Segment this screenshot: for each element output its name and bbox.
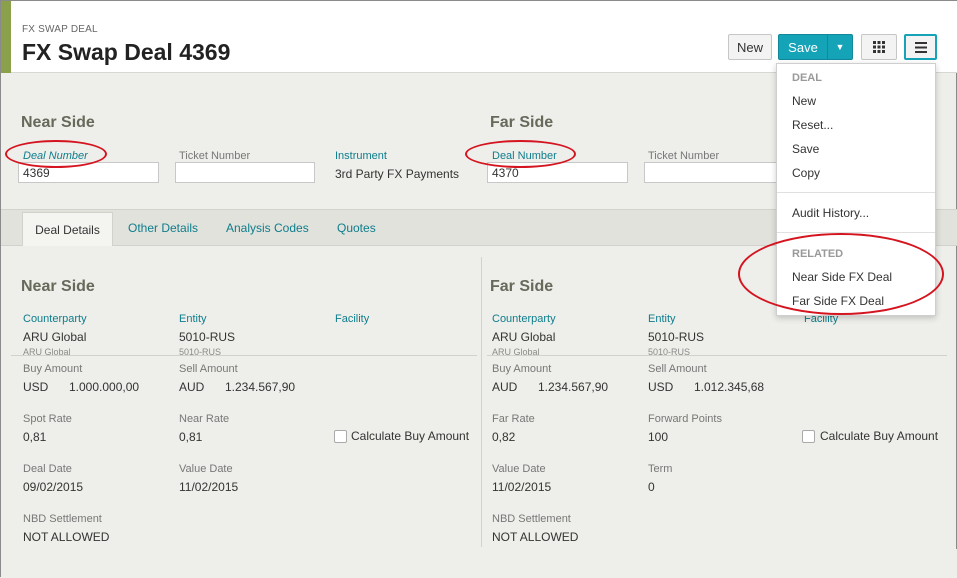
grid-view-button[interactable] bbox=[861, 34, 897, 60]
far-nbd-value[interactable]: NOT ALLOWED bbox=[492, 530, 578, 544]
forward-points-label: Forward Points bbox=[648, 413, 722, 425]
near-buy-currency: USD bbox=[23, 380, 49, 394]
annotation-ellipse bbox=[5, 140, 107, 168]
term-value[interactable]: 0 bbox=[648, 480, 655, 494]
page-title: FX Swap Deal 4369 bbox=[22, 39, 231, 65]
menu-separator bbox=[777, 192, 935, 193]
spot-rate-label: Spot Rate bbox=[23, 413, 72, 425]
near-sell-currency: AUD bbox=[179, 380, 205, 394]
menu-item-save[interactable]: Save bbox=[792, 142, 819, 156]
details-near-heading: Near Side bbox=[21, 278, 95, 295]
far-value-date-value[interactable]: 11/02/2015 bbox=[492, 480, 551, 494]
new-button[interactable]: New bbox=[728, 34, 772, 60]
deal-date-label: Deal Date bbox=[23, 463, 72, 475]
near-counterparty-label: Counterparty bbox=[23, 313, 87, 325]
far-buy-currency: AUD bbox=[492, 380, 518, 394]
near-calculate-label: Calculate Buy Amount bbox=[351, 429, 470, 443]
forward-points-value[interactable]: 100 bbox=[648, 430, 668, 444]
near-sell-amount-label: Sell Amount bbox=[179, 363, 238, 375]
far-buy-amount-value[interactable]: 1.234.567,90 bbox=[538, 380, 608, 394]
tab-analysis-codes[interactable]: Analysis Codes bbox=[226, 221, 309, 235]
far-counterparty-value[interactable]: ARU Global bbox=[492, 330, 555, 344]
far-calculate-checkbox[interactable] bbox=[802, 430, 815, 443]
far-entity-label: Entity bbox=[648, 313, 676, 325]
save-options-button[interactable]: ▼ bbox=[827, 34, 853, 60]
deal-date-value[interactable]: 09/02/2015 bbox=[23, 480, 83, 494]
near-value-date-value[interactable]: 11/02/2015 bbox=[179, 480, 238, 494]
far-side-heading: Far Side bbox=[490, 114, 554, 131]
hamburger-icon bbox=[914, 41, 927, 53]
far-sell-amount-value[interactable]: 1.012.345,68 bbox=[694, 380, 764, 394]
footer-strip bbox=[1, 549, 957, 578]
near-side-heading: Near Side bbox=[21, 114, 95, 131]
instrument-value[interactable]: 3rd Party FX Payments bbox=[335, 167, 459, 181]
far-rate-value[interactable]: 0,82 bbox=[492, 430, 515, 444]
far-nbd-label: NBD Settlement bbox=[492, 513, 571, 525]
far-ticket-number-input[interactable] bbox=[644, 162, 784, 183]
near-ticket-number-input[interactable] bbox=[175, 162, 315, 183]
menu-item-new[interactable]: New bbox=[792, 94, 816, 108]
menu-item-audit-history[interactable]: Audit History... bbox=[792, 206, 869, 220]
menu-item-reset[interactable]: Reset... bbox=[792, 118, 833, 132]
divider bbox=[487, 355, 947, 356]
near-counterparty-value[interactable]: ARU Global bbox=[23, 330, 86, 344]
instrument-label: Instrument bbox=[335, 150, 387, 162]
near-sell-amount-value[interactable]: 1.234.567,90 bbox=[225, 380, 295, 394]
annotation-ellipse bbox=[465, 140, 576, 168]
tab-deal-details[interactable]: Deal Details bbox=[22, 212, 113, 246]
spot-rate-value[interactable]: 0,81 bbox=[23, 430, 46, 444]
app-window: FX SWAP DEAL FX Swap Deal 4369 New Save … bbox=[0, 0, 957, 578]
save-button[interactable]: Save bbox=[778, 34, 828, 60]
far-counterparty-label: Counterparty bbox=[492, 313, 556, 325]
near-rate-value[interactable]: 0,81 bbox=[179, 430, 202, 444]
near-buy-amount-label: Buy Amount bbox=[23, 363, 83, 375]
details-far-heading: Far Side bbox=[490, 278, 554, 295]
breadcrumb: FX SWAP DEAL bbox=[22, 24, 98, 35]
menu-item-copy[interactable]: Copy bbox=[792, 166, 820, 180]
near-buy-amount-value[interactable]: 1.000.000,00 bbox=[69, 380, 139, 394]
tab-quotes[interactable]: Quotes bbox=[337, 221, 376, 235]
far-ticket-number-label: Ticket Number bbox=[648, 150, 720, 162]
far-sell-currency: USD bbox=[648, 380, 674, 394]
more-menu-button[interactable] bbox=[904, 34, 937, 60]
near-entity-value[interactable]: 5010-RUS bbox=[179, 330, 235, 344]
caret-down-icon: ▼ bbox=[835, 42, 845, 52]
accent-bar bbox=[1, 1, 11, 73]
far-calculate-label: Calculate Buy Amount bbox=[820, 429, 939, 443]
divider bbox=[11, 355, 477, 356]
grid-icon bbox=[873, 41, 885, 53]
column-divider bbox=[481, 257, 482, 547]
near-entity-label: Entity bbox=[179, 313, 207, 325]
near-nbd-label: NBD Settlement bbox=[23, 513, 102, 525]
far-rate-label: Far Rate bbox=[492, 413, 535, 425]
near-value-date-label: Value Date bbox=[179, 463, 233, 475]
near-calculate-checkbox[interactable] bbox=[334, 430, 347, 443]
term-label: Term bbox=[648, 463, 673, 475]
far-value-date-label: Value Date bbox=[492, 463, 546, 475]
near-facility-label: Facility bbox=[335, 313, 370, 325]
far-entity-value[interactable]: 5010-RUS bbox=[648, 330, 704, 344]
near-nbd-value[interactable]: NOT ALLOWED bbox=[23, 530, 109, 544]
near-ticket-number-label: Ticket Number bbox=[179, 150, 251, 162]
near-rate-label: Near Rate bbox=[179, 413, 230, 425]
tab-other-details[interactable]: Other Details bbox=[128, 221, 198, 235]
menu-header-deal: DEAL bbox=[792, 72, 822, 84]
annotation-ellipse bbox=[738, 233, 944, 315]
far-sell-amount-label: Sell Amount bbox=[648, 363, 707, 375]
far-buy-amount-label: Buy Amount bbox=[492, 363, 552, 375]
